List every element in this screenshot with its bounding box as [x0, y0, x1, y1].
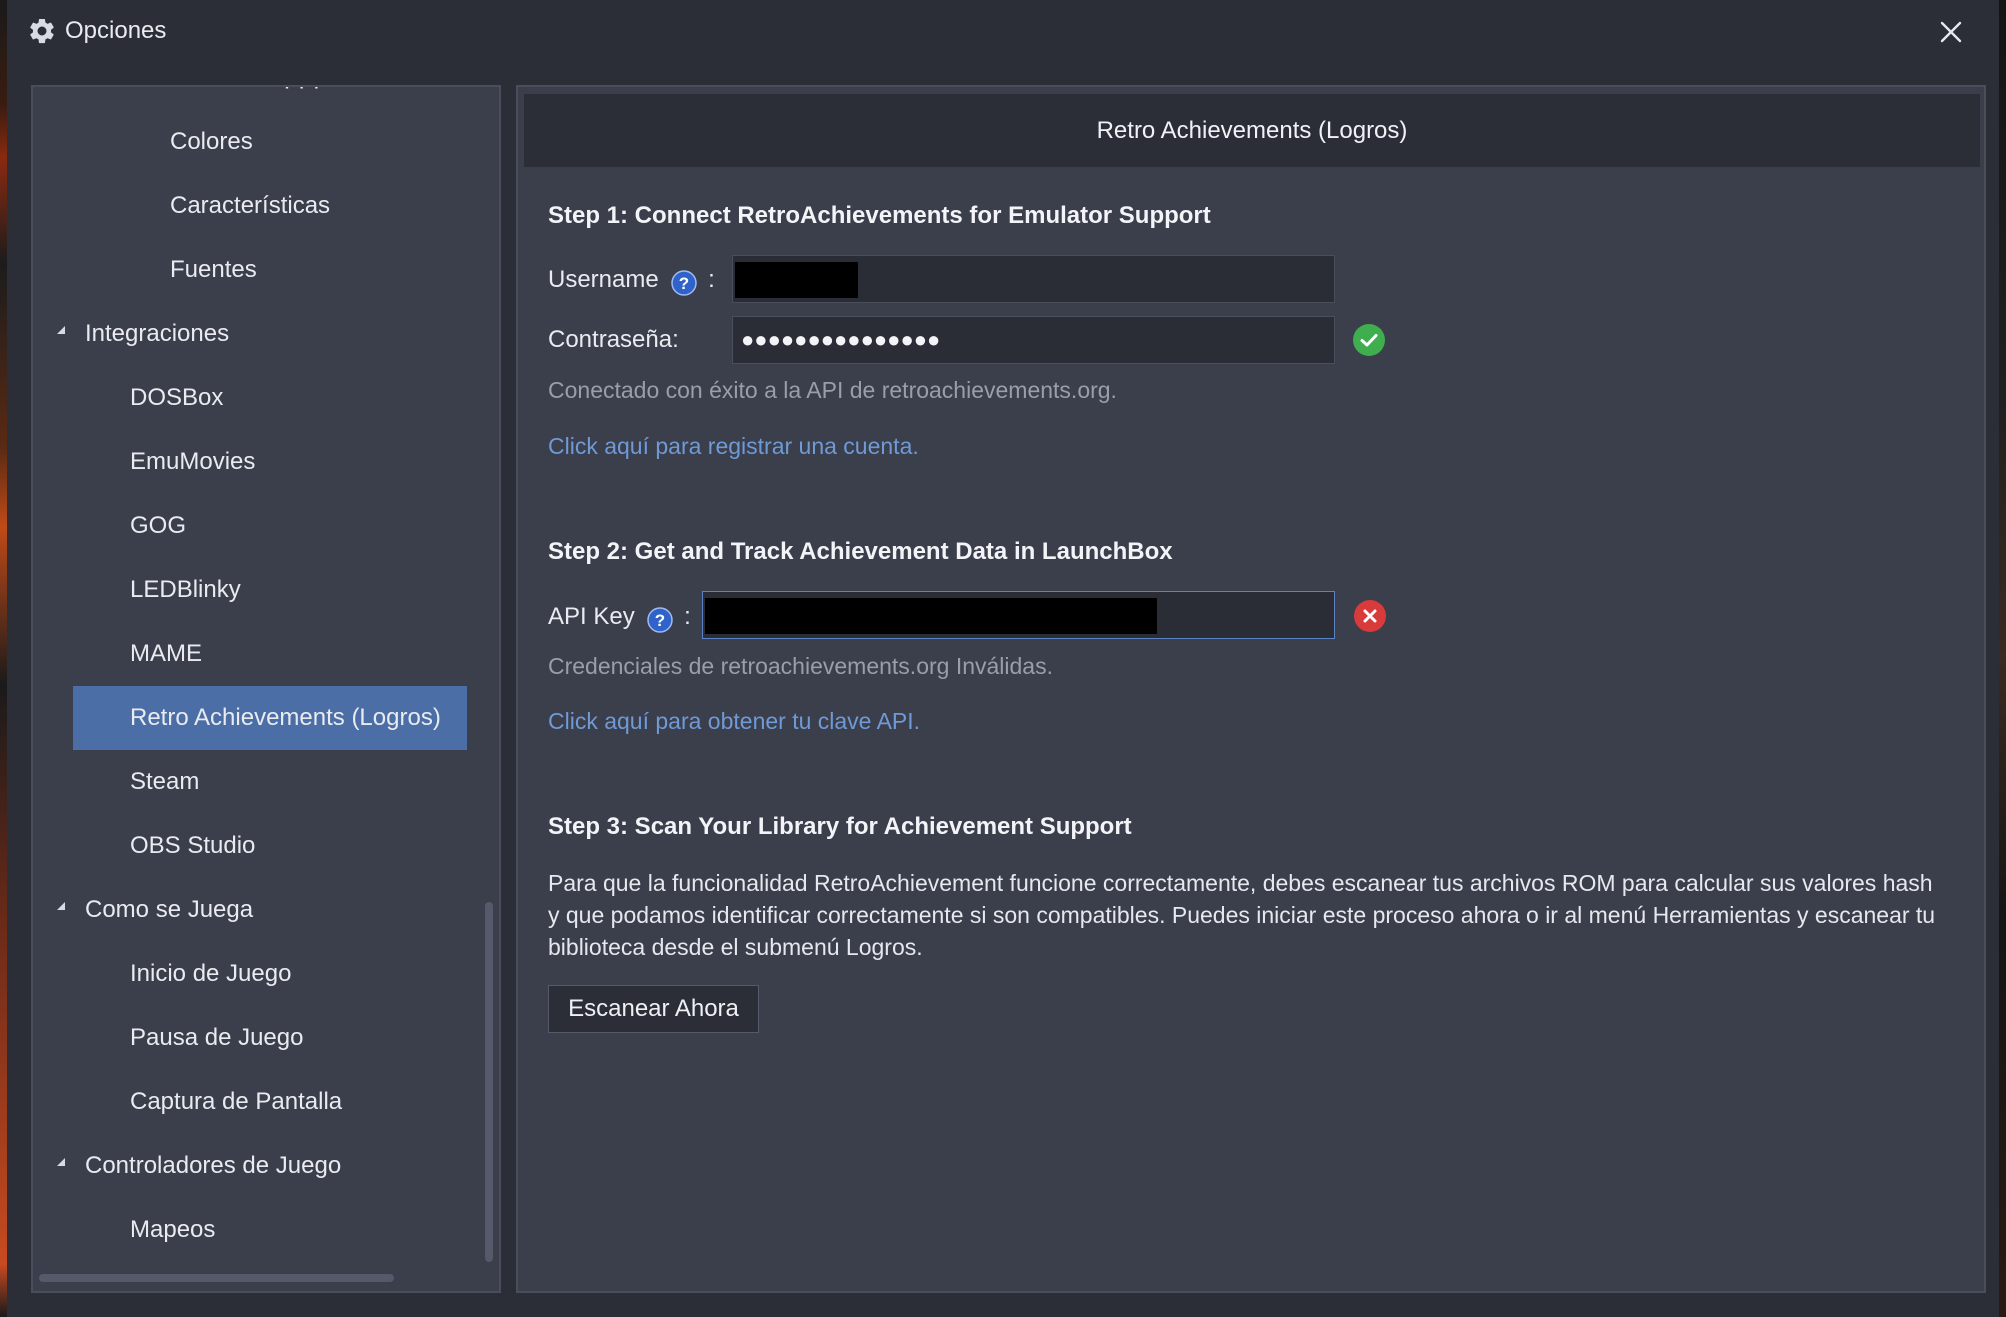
step2-title: Step 2: Get and Track Achievement Data i… — [548, 538, 1173, 565]
options-tree[interactable]: · · · Colores Características Fuentes In… — [31, 85, 501, 1293]
tree-item-caracteristicas[interactable]: Características — [113, 174, 499, 238]
password-input[interactable]: ●●●●●●●●●●●●●●● — [732, 316, 1335, 364]
svg-text:?: ? — [679, 274, 689, 293]
colon: : — [684, 603, 691, 630]
password-value: ●●●●●●●●●●●●●●● — [741, 327, 941, 352]
tree-item-dosbox[interactable]: DOSBox — [73, 366, 499, 430]
tree-item-label: Integraciones — [85, 320, 230, 347]
close-button[interactable] — [1931, 12, 1971, 52]
tree-item-pausa-de-juego[interactable]: Pausa de Juego — [73, 1006, 499, 1070]
get-apikey-link[interactable]: Click aquí para obtener tu clave API. — [548, 708, 920, 735]
scan-now-button[interactable]: Escanear Ahora — [548, 985, 759, 1033]
step1-title: Step 1: Connect RetroAchievements for Em… — [548, 202, 1211, 229]
tree-item-colores[interactable]: Colores — [113, 110, 499, 174]
options-window: Opciones · · · Colores Características F… — [7, 0, 1999, 1317]
apikey-label: API Key ? : — [548, 594, 691, 640]
tree-item-inicio-de-juego[interactable]: Inicio de Juego — [73, 942, 499, 1006]
tree-item-label: EmuMovies — [130, 448, 256, 475]
tree-item-label: Como se Juega — [85, 896, 254, 923]
tree-item-obs-studio[interactable]: OBS Studio — [73, 814, 499, 878]
tree-item-label: LEDBlinky — [130, 576, 241, 603]
success-check-icon — [1352, 323, 1386, 357]
password-label: Contraseña: — [548, 326, 679, 353]
tree-item-label: OBS Studio — [130, 832, 256, 859]
desktop-edge-left — [0, 0, 7, 1317]
register-account-link[interactable]: Click aquí para registrar una cuenta. — [548, 433, 919, 460]
tree-item-captura-de-pantalla[interactable]: Captura de Pantalla — [73, 1070, 499, 1134]
tree-item-label: Características — [170, 192, 331, 219]
tree-item-ledblinky[interactable]: LEDBlinky — [73, 558, 499, 622]
expand-triangle-icon[interactable] — [53, 878, 73, 942]
username-label-text: Username — [548, 266, 659, 293]
settings-content-panel: Retro Achievements (Logros) Step 1: Conn… — [516, 85, 1986, 1293]
tree-cut-off-item: · · · — [283, 85, 321, 100]
help-icon[interactable]: ? — [671, 266, 698, 296]
tree-item-label: Inicio de Juego — [130, 960, 292, 987]
error-x-icon — [1353, 599, 1387, 633]
tree-vertical-scrollbar[interactable] — [485, 902, 493, 1262]
tree-item-label: Steam — [130, 768, 200, 795]
username-label: Username ? : — [548, 257, 715, 303]
scan-description: Para que la funcionalidad RetroAchieveme… — [548, 870, 1936, 960]
expand-triangle-icon[interactable] — [53, 1134, 73, 1198]
expand-triangle-icon[interactable] — [53, 302, 73, 366]
tree-item-retro-achievements[interactable]: Retro Achievements (Logros) — [73, 686, 467, 750]
connection-status-text: Conectado con éxito a la API de retroach… — [548, 377, 1117, 403]
credentials-status-text: Credenciales de retroachievements.org In… — [548, 653, 1053, 679]
close-icon — [1940, 21, 1962, 43]
redacted-apikey — [705, 598, 1157, 634]
step3-title: Step 3: Scan Your Library for Achievemen… — [548, 813, 1132, 840]
tree-item-label: Pausa de Juego — [130, 1024, 304, 1051]
tree-item-label: Mapeos — [130, 1216, 216, 1243]
tree-item-label: Retro Achievements (Logros) — [130, 704, 441, 731]
section-header: Retro Achievements (Logros) — [524, 94, 1980, 167]
window-title: Opciones — [65, 17, 167, 44]
tree-item-label: Colores — [170, 128, 253, 155]
tree-item-como-se-juega[interactable]: Como se Juega — [33, 878, 499, 942]
tree-item-label: DOSBox — [130, 384, 224, 411]
tree-item-label: Captura de Pantalla — [130, 1088, 343, 1115]
gear-icon — [27, 16, 57, 46]
desktop-edge-right — [1999, 0, 2006, 1317]
tree-horizontal-scrollbar[interactable] — [39, 1274, 394, 1282]
tree-item-mame[interactable]: MAME — [73, 622, 499, 686]
tree-item-emumovies[interactable]: EmuMovies — [73, 430, 499, 494]
tree-item-integraciones[interactable]: Integraciones — [33, 302, 499, 366]
tree-item-label: Fuentes — [170, 256, 257, 283]
tree-item-label: MAME — [130, 640, 202, 667]
help-icon[interactable]: ? — [647, 603, 674, 633]
apikey-input[interactable] — [702, 591, 1335, 639]
redacted-username — [735, 262, 858, 298]
title-bar: Opciones — [7, 0, 1999, 64]
tree-item-steam[interactable]: Steam — [73, 750, 499, 814]
tree-item-gog[interactable]: GOG — [73, 494, 499, 558]
tree-item-label: Controladores de Juego — [85, 1152, 342, 1179]
username-input[interactable] — [732, 255, 1335, 303]
tree-item-fuentes[interactable]: Fuentes — [113, 238, 499, 302]
tree-item-mapeos[interactable]: Mapeos — [73, 1198, 499, 1262]
svg-text:?: ? — [655, 611, 665, 630]
colon: : — [708, 266, 715, 293]
tree-item-label: GOG — [130, 512, 187, 539]
tree-item-controladores-de-juego[interactable]: Controladores de Juego — [33, 1134, 499, 1198]
apikey-label-text: API Key — [548, 603, 635, 630]
